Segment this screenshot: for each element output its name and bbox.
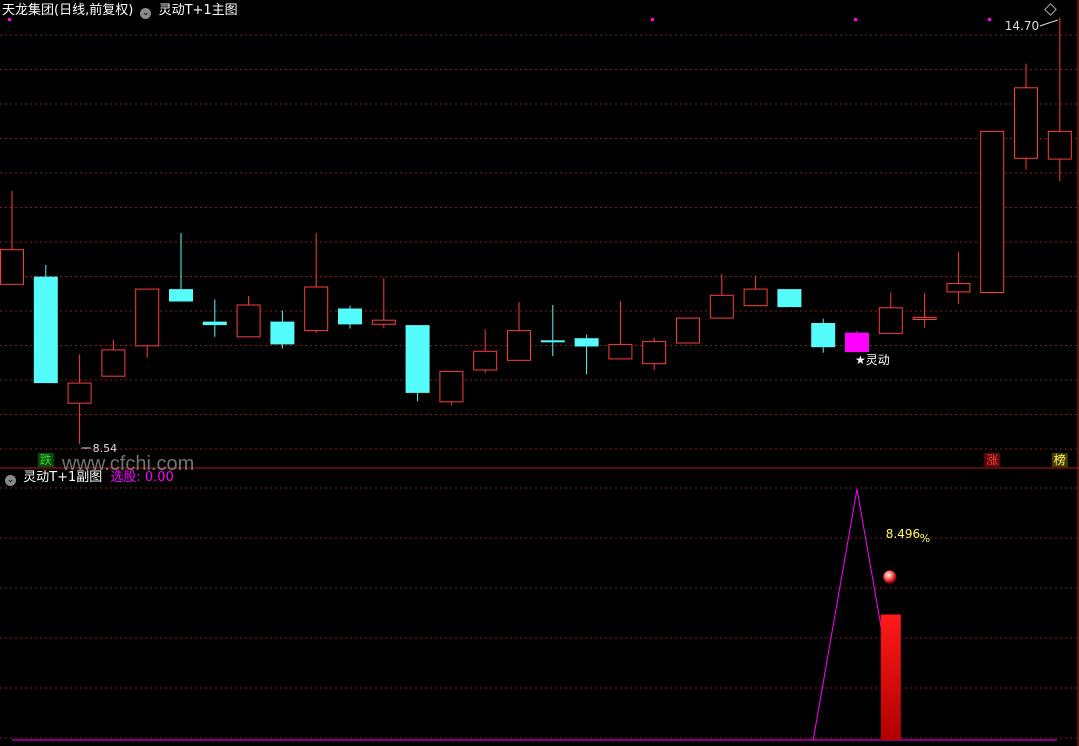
candle	[439, 370, 464, 406]
main-indicator-name[interactable]: 灵动T+1主图	[159, 3, 238, 18]
marker-label: 榜	[1054, 452, 1066, 467]
candle	[709, 273, 734, 319]
chart-canvas: 14.708.54★灵动跌涨榜8.496%	[0, 0, 1079, 746]
candle	[811, 318, 836, 353]
candle-body	[135, 288, 160, 347]
top-marker-dot	[651, 18, 654, 21]
candle	[371, 278, 396, 328]
candle-body	[67, 382, 92, 404]
peak-value-label: 8.496	[886, 527, 920, 541]
candle-body	[946, 283, 971, 293]
candle	[135, 288, 160, 358]
marker-label: 跌	[40, 452, 52, 467]
candle-body	[743, 288, 768, 307]
candle	[169, 233, 193, 302]
stock-title: 天龙集团(日线,前复权)	[2, 3, 134, 18]
candle	[980, 130, 1005, 293]
main-chart-header: 天龙集团(日线,前复权) ⌄ 灵动T+1主图	[2, 3, 238, 19]
candle	[270, 310, 295, 349]
candle-body	[676, 317, 700, 344]
candle-body	[709, 294, 734, 319]
candle	[608, 300, 633, 360]
candle	[202, 299, 227, 337]
candle	[405, 325, 430, 402]
candle-body	[0, 249, 24, 285]
candle	[574, 334, 599, 375]
peak-value-suffix: %	[920, 532, 930, 545]
candle-body	[1014, 87, 1038, 159]
candle	[1047, 18, 1072, 182]
max-price-label: 14.70	[1005, 19, 1039, 33]
candle	[743, 276, 768, 307]
candle-body	[811, 323, 836, 348]
top-marker-dot	[988, 18, 991, 21]
watermark: www.cfchi.com	[62, 453, 195, 475]
candle-body	[878, 307, 903, 334]
candle	[0, 190, 24, 285]
candle-body	[980, 130, 1005, 293]
candle-body	[270, 321, 295, 345]
candle-body	[202, 321, 227, 326]
ball-icon	[883, 570, 897, 584]
candle-body	[236, 304, 261, 338]
signal-bar	[880, 614, 901, 740]
candle-body	[169, 289, 193, 302]
grid-lines	[0, 34, 1079, 739]
candle	[845, 330, 869, 353]
candle-body	[371, 319, 396, 325]
candle	[33, 264, 58, 384]
candle	[676, 317, 700, 344]
candle	[304, 233, 329, 333]
candle-body	[405, 325, 430, 393]
candle-body	[574, 338, 599, 347]
candle-body	[777, 289, 802, 308]
candle	[67, 354, 92, 444]
candle	[946, 251, 971, 304]
chevron-down-icon[interactable]: ⌄	[140, 8, 152, 19]
candle	[1014, 63, 1038, 170]
candle-body	[608, 343, 633, 360]
candle	[338, 305, 362, 329]
candle	[236, 296, 261, 338]
candle-body	[540, 340, 565, 343]
candle	[642, 337, 667, 370]
chevron-down-icon[interactable]: ⌄	[5, 475, 16, 486]
candle	[777, 289, 802, 308]
top-marker-dot	[854, 18, 857, 21]
candle	[878, 292, 903, 334]
signal-label: ★灵动	[855, 353, 890, 367]
max-price-arrow	[1039, 19, 1058, 27]
candle-body	[304, 286, 329, 332]
candle-body	[507, 330, 531, 361]
candle-body	[439, 370, 464, 403]
candle-body	[101, 349, 126, 377]
candle-body	[338, 308, 362, 325]
candle-body	[1047, 130, 1072, 160]
candle	[540, 305, 565, 357]
marker-label: 涨	[986, 452, 998, 467]
candle-body	[642, 341, 667, 365]
candle-body	[912, 316, 937, 320]
candle-body	[473, 350, 498, 371]
candle-body	[845, 332, 869, 353]
candle-body	[33, 276, 58, 384]
candle	[473, 329, 498, 373]
